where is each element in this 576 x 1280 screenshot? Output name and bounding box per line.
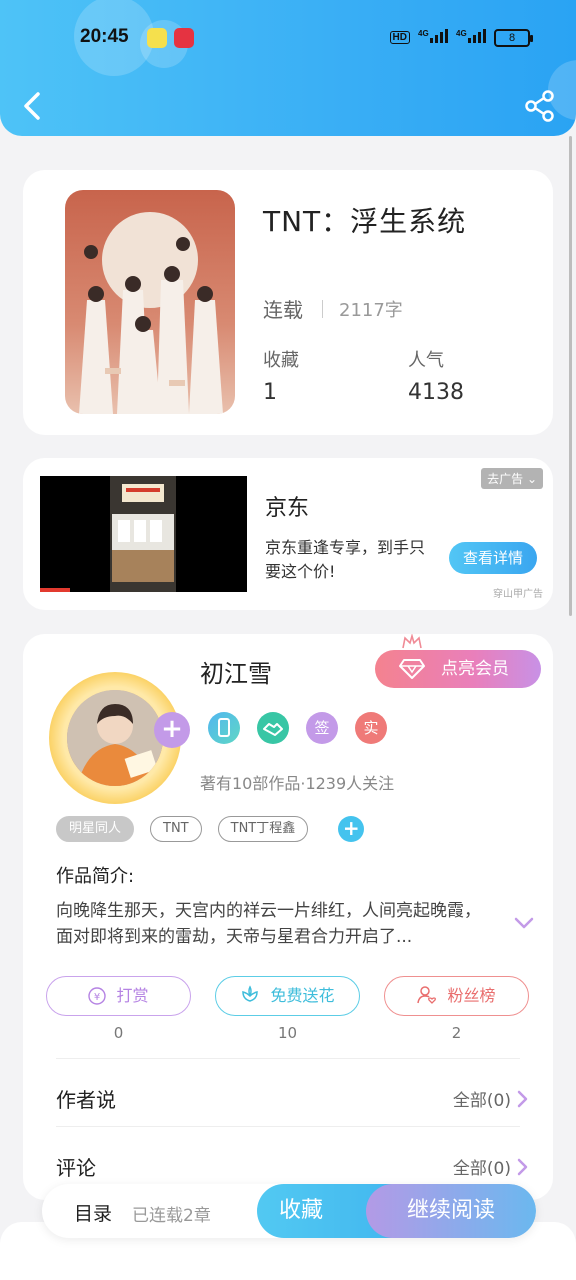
chevron-down-icon[interactable] (513, 916, 535, 930)
flower-icon (242, 985, 259, 1002)
share-button[interactable] (524, 90, 556, 122)
author-says-count: 全部(0) (452, 1091, 511, 1111)
battery-icon: 8 (494, 28, 533, 47)
chevron-left-icon (24, 92, 40, 120)
book-cover-image[interactable] (65, 190, 235, 414)
diamond-icon (399, 659, 425, 679)
signed-badge[interactable]: 签 (306, 712, 338, 744)
ad-card[interactable]: 去广告 ⌄ 京东 京东重逢专享，到手只要这个价! 查看详情 穿山甲广告 (23, 458, 553, 610)
author-name[interactable]: 初江雪 (200, 654, 272, 689)
status-icons: HD 4G 4G 8 (389, 28, 533, 47)
crown-icon (402, 634, 422, 649)
send-flower-label: 免费送花 (270, 986, 335, 1005)
book-title: TNT：浮生系统 (263, 205, 467, 238)
user-heart-icon (417, 986, 437, 1004)
remove-ad-label: 去广告 (487, 472, 524, 486)
chevron-right-icon (517, 1158, 528, 1175)
comments-label[interactable]: 评论 (56, 1152, 96, 1181)
ad-video-thumbnail[interactable] (40, 476, 247, 592)
notification-app-icon (174, 28, 194, 48)
tag-item[interactable]: 明星同人 (56, 816, 135, 842)
author-stats: 著有10部作品·1239人关注 (200, 774, 395, 793)
divider (322, 300, 323, 318)
header: 20:45 HD 4G 4G 8 (0, 0, 576, 136)
bottom-action-bar: 目录 已连载2章 收藏 继续阅读 (42, 1184, 536, 1238)
chevron-down-icon: ⌄ (526, 472, 537, 486)
ad-title: 京东 (265, 496, 310, 521)
author-says-label[interactable]: 作者说 (56, 1084, 116, 1113)
hd-icon: HD (389, 31, 410, 44)
svg-text:¥: ¥ (94, 992, 100, 1003)
chevron-right-icon (517, 1090, 528, 1107)
ad-source: 穿山甲广告 (493, 589, 543, 600)
ad-description: 京东重逢专享，到手只要这个价! (265, 538, 426, 581)
yen-coin-icon: ¥ (88, 987, 107, 1005)
verified-badge[interactable]: 实 (355, 712, 387, 744)
serialization-status: 已连载2章 (132, 1206, 211, 1226)
intro-label: 作品简介: (56, 866, 135, 887)
status-time: 20:45 (80, 26, 129, 47)
scrollbar[interactable] (569, 136, 572, 616)
reward-count: 0 (113, 1024, 124, 1042)
book-word-count: 2117字 (339, 300, 403, 321)
author-badges: 签 实 (208, 712, 387, 744)
back-button[interactable] (18, 88, 50, 124)
svg-text:4G: 4G (456, 29, 467, 38)
book-info-card: TNT：浮生系统 连载 2117字 收藏 1 人气 4138 (23, 170, 553, 435)
follow-author-button[interactable]: + (154, 712, 190, 748)
fan-ranking-button[interactable]: 粉丝榜 (384, 976, 529, 1016)
popularity-value: 4138 (408, 380, 464, 405)
avatar-image (67, 690, 163, 786)
continue-reading-button[interactable]: 继续阅读 (366, 1184, 536, 1238)
svg-text:4G: 4G (418, 29, 429, 38)
divider (56, 1126, 520, 1127)
intro-text[interactable]: 向晚降生那天，天宫内的祥云一片绯红，人间亮起晚霞，面对即将到来的雷劫，天帝与星君… (56, 898, 496, 950)
add-tag-button[interactable]: + (338, 816, 365, 842)
comments-count: 全部(0) (452, 1159, 511, 1179)
fan-ranking-count: 2 (451, 1024, 462, 1042)
tag-item[interactable]: TNT丁程鑫 (217, 816, 309, 842)
vip-button-label: 点亮会员 (441, 659, 509, 679)
author-says-all-link[interactable]: 全部(0) (453, 1086, 529, 1111)
reward-label: 打赏 (116, 986, 149, 1005)
comments-all-link[interactable]: 全部(0) (453, 1154, 529, 1179)
table-of-contents-button[interactable]: 目录 (74, 1199, 112, 1226)
send-flower-count: 10 (277, 1024, 298, 1042)
author-card: + 初江雪 点亮会员 签 实 著有10部作品·1239人关注 明星同人 TNT … (23, 634, 553, 1200)
favorites-value: 1 (263, 380, 277, 405)
reward-button[interactable]: ¥ 打赏 (46, 976, 191, 1016)
fan-ranking-label: 粉丝榜 (447, 986, 496, 1005)
popularity-label: 人气 (408, 350, 444, 371)
ad-product-image (40, 476, 247, 592)
avatar[interactable] (67, 690, 163, 786)
notification-app-icon (147, 28, 167, 48)
handshake-badge-icon[interactable] (257, 712, 289, 744)
signal-icon: 4G (456, 28, 486, 47)
favorites-label: 收藏 (263, 350, 299, 371)
avatar-frame: + (49, 672, 190, 804)
book-status: 连载 (263, 298, 303, 322)
divider (56, 1058, 520, 1059)
remove-ad-button[interactable]: 去广告 ⌄ (481, 468, 543, 489)
share-icon (525, 90, 554, 122)
book-cover-illustration (65, 190, 235, 414)
send-flower-button[interactable]: 免费送花 (215, 976, 360, 1016)
phone-badge-icon[interactable] (208, 712, 240, 744)
tag-item[interactable]: TNT (150, 816, 202, 842)
ad-details-button[interactable]: 查看详情 (449, 542, 537, 574)
tag-list: 明星同人 TNT TNT丁程鑫 + (56, 816, 365, 842)
vip-button[interactable]: 点亮会员 (375, 650, 541, 688)
signal-icon: 4G (418, 28, 448, 47)
